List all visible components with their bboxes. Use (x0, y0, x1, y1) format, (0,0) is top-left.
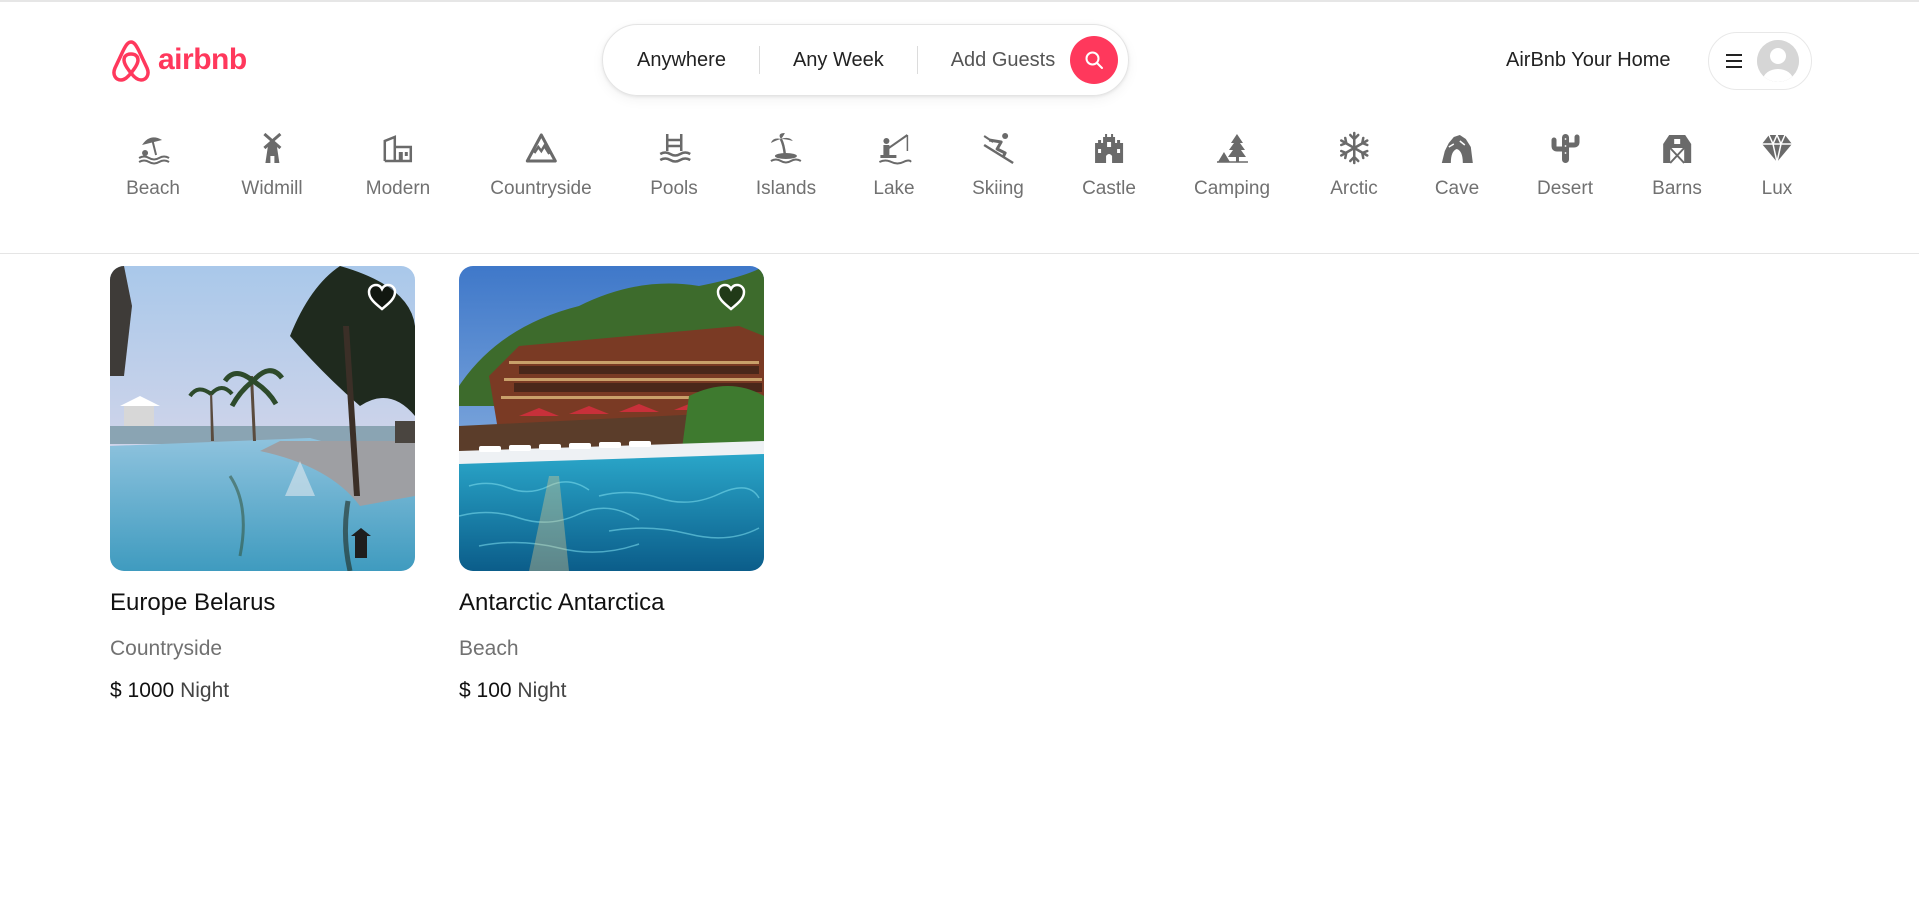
category-label: Lake (873, 178, 915, 199)
listing-price: $ 100 Night (459, 679, 764, 703)
favorite-heart-icon[interactable] (715, 282, 747, 312)
category-bar: Beach Widmill Modern Countryside Pools I… (0, 130, 1919, 210)
search-bar[interactable]: Anywhere Any Week Add Guests (602, 24, 1129, 96)
category-desert[interactable]: Desert (1537, 130, 1593, 200)
cave-icon (1439, 130, 1475, 166)
listing-category: Countryside (110, 637, 223, 660)
search-divider (758, 46, 760, 74)
cactus-icon (1547, 130, 1583, 166)
search-week[interactable]: Any Week (793, 49, 884, 72)
pool-icon (656, 130, 692, 166)
category-pools[interactable]: Pools (650, 130, 698, 200)
windmill-icon (254, 130, 290, 166)
castle-icon (1091, 130, 1127, 166)
listing-card[interactable]: Antarctic Antarctica Beach $ 100 Night (459, 266, 764, 703)
search-icon (1085, 51, 1103, 69)
search-location[interactable]: Anywhere (637, 49, 726, 72)
category-label: Desert (1537, 178, 1593, 199)
category-beach[interactable]: Beach (126, 130, 180, 200)
fishing-icon (876, 130, 912, 166)
tent-tree-icon (1214, 130, 1250, 166)
host-your-home-link[interactable]: AirBnb Your Home (1506, 49, 1671, 72)
category-islands[interactable]: Islands (756, 130, 816, 200)
barn-icon (1659, 130, 1695, 166)
snowflake-icon (1336, 130, 1372, 166)
price-amount: $ 100 (459, 679, 512, 702)
listing-title: Antarctic Antarctica (459, 589, 665, 616)
category-label: Arctic (1330, 178, 1378, 199)
category-skiing[interactable]: Skiing (972, 130, 1024, 200)
search-button[interactable] (1070, 36, 1118, 84)
category-camping[interactable]: Camping (1194, 130, 1270, 200)
category-label: Camping (1193, 178, 1271, 199)
price-unit: Night (517, 679, 567, 702)
listing-price: $ 1000 Night (110, 679, 415, 703)
logo-text: airbnb (158, 43, 247, 76)
category-label: Castle (1082, 178, 1136, 199)
airbnb-logo[interactable]: airbnb (110, 38, 247, 82)
modern-house-icon (380, 130, 416, 166)
category-label: Pools (650, 178, 698, 199)
hamburger-menu-icon (1726, 54, 1742, 68)
island-palm-icon (768, 130, 804, 166)
favorite-heart-icon[interactable] (366, 282, 398, 312)
user-avatar-icon (1757, 40, 1799, 82)
category-label: Lux (1761, 178, 1793, 199)
category-label: Beach (126, 178, 180, 199)
listing-card[interactable]: Europe Belarus Countryside $ 1000 Night (110, 266, 415, 703)
listing-photo[interactable] (110, 266, 415, 571)
airbnb-logo-icon (110, 38, 152, 82)
category-label: Cave (1434, 178, 1480, 199)
category-countryside[interactable]: Countryside (490, 130, 592, 200)
category-barns[interactable]: Barns (1652, 130, 1702, 200)
user-menu-button[interactable] (1708, 32, 1812, 90)
search-guests[interactable]: Add Guests (951, 49, 1056, 72)
category-castle[interactable]: Castle (1082, 130, 1136, 200)
category-lake[interactable]: Lake (873, 130, 915, 200)
site-header: airbnb Anywhere Any Week Add Guests AirB… (0, 2, 1919, 254)
price-amount: $ 1000 (110, 679, 175, 702)
listing-photo[interactable] (459, 266, 764, 571)
avatar (1757, 40, 1799, 82)
category-cave[interactable]: Cave (1435, 130, 1479, 200)
category-label: Skiing (972, 178, 1024, 199)
category-label: Barns (1652, 178, 1702, 199)
diamond-icon (1759, 130, 1795, 166)
category-label: Widmill (241, 178, 303, 199)
category-label: Modern (365, 178, 431, 199)
mountain-icon (523, 130, 559, 166)
price-unit: Night (180, 679, 230, 702)
search-divider (916, 46, 918, 74)
category-modern[interactable]: Modern (366, 130, 430, 200)
category-arctic[interactable]: Arctic (1330, 130, 1378, 200)
listing-category: Beach (459, 637, 519, 660)
category-label: Islands (755, 178, 817, 199)
category-label: Countryside (490, 178, 592, 199)
beach-umbrella-icon (135, 130, 171, 166)
category-lux[interactable]: Lux (1759, 130, 1795, 200)
skier-icon (980, 130, 1016, 166)
listing-title: Europe Belarus (110, 589, 276, 616)
category-windmill[interactable]: Widmill (241, 130, 303, 200)
